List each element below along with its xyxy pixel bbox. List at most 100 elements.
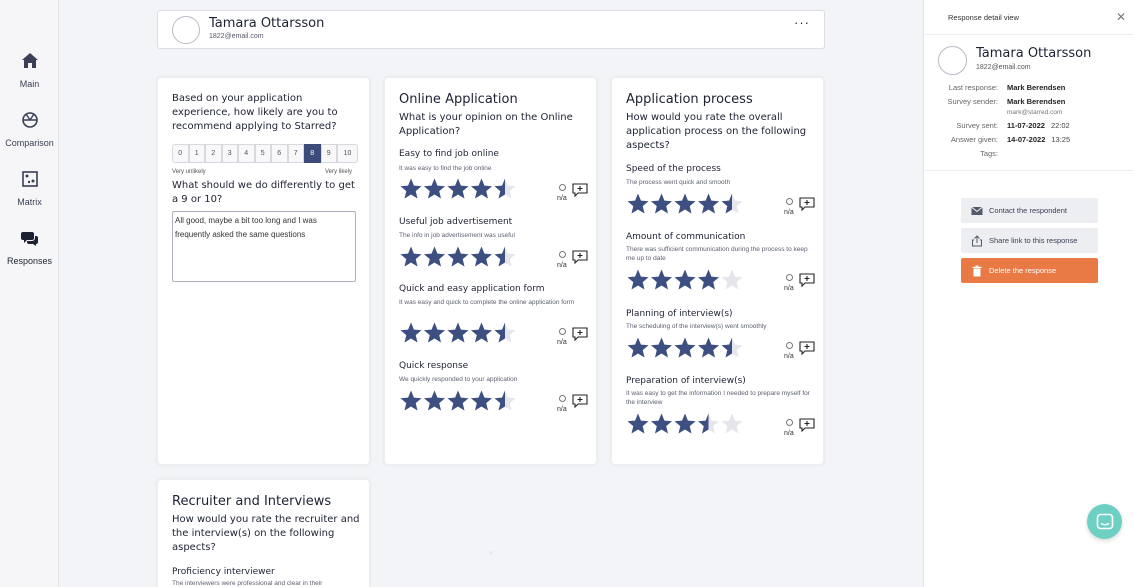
rating-stars [399, 389, 517, 413]
na-radio[interactable] [559, 184, 566, 191]
panel-title: Response detail view [948, 13, 1019, 22]
star-icon [721, 193, 743, 214]
comparison-icon [21, 112, 38, 128]
na-radio[interactable] [559, 395, 566, 402]
star-icon [651, 193, 672, 214]
na-radio[interactable] [786, 419, 793, 426]
star-icon [721, 413, 743, 434]
card-question: How would you rate the overall applicati… [626, 112, 807, 151]
na-option: n/a [557, 327, 593, 352]
scale-high-label: Very likely [325, 169, 353, 175]
add-comment-icon[interactable] [799, 418, 815, 432]
item-title: Amount of communication [626, 232, 746, 242]
na-radio[interactable] [559, 251, 566, 258]
scale-option[interactable]: 1 [188, 144, 205, 163]
star-icon [424, 178, 445, 199]
scale-option[interactable]: 7 [287, 144, 304, 163]
add-comment-icon[interactable] [799, 341, 815, 355]
star-icon [674, 337, 696, 358]
survey-sender-label: Survey sender: [947, 97, 998, 106]
na-radio[interactable] [786, 274, 793, 281]
nav-main-label: Main [19, 79, 40, 89]
add-comment-icon[interactable] [799, 273, 815, 287]
share-link-button[interactable]: Share link to this response [961, 228, 1098, 253]
star-icon [674, 269, 696, 290]
support-chat-button[interactable] [1087, 504, 1122, 539]
more-options-button[interactable]: ··· [794, 15, 810, 30]
scale-option[interactable]: 0 [172, 144, 189, 163]
scale-option[interactable]: 10 [337, 144, 358, 163]
star-icon [698, 269, 719, 290]
add-comment-icon[interactable] [799, 197, 815, 211]
card-title: Online Application [399, 92, 518, 107]
scroll-indicator-dot [489, 551, 493, 555]
answer-given-label: Answer given: [950, 135, 998, 144]
rating-stars [626, 336, 744, 360]
rating-stars [626, 192, 744, 216]
contact-respondent-label: Contact the respondent [989, 206, 1067, 215]
star-icon [698, 413, 719, 434]
nav-responses[interactable]: Responses [0, 229, 59, 269]
na-label: n/a [784, 430, 794, 437]
delete-response-button[interactable]: Delete the response [961, 258, 1098, 283]
star-icon [447, 246, 469, 267]
scale-option[interactable]: 8 [304, 144, 321, 163]
na-option: n/a [784, 418, 820, 443]
item-description: The scheduling of the interview(s) went … [626, 323, 767, 330]
panel-respondent-name: Tamara Ottarsson [976, 46, 1092, 61]
na-label: n/a [784, 353, 794, 360]
na-radio[interactable] [786, 198, 793, 205]
star-icon [471, 178, 492, 199]
na-label: n/a [557, 262, 567, 269]
scale-option[interactable]: 9 [320, 144, 337, 163]
star-icon [494, 178, 516, 199]
add-comment-icon[interactable] [572, 183, 588, 197]
close-icon[interactable]: ✕ [1116, 10, 1126, 24]
star-icon [424, 390, 445, 411]
avatar [938, 46, 967, 75]
scale-option[interactable]: 5 [254, 144, 271, 163]
add-comment-icon[interactable] [572, 394, 588, 408]
nav-main[interactable]: Main [0, 52, 59, 92]
na-radio[interactable] [786, 342, 793, 349]
nav-comparison[interactable]: Comparison [0, 111, 59, 151]
nav-matrix[interactable]: Matrix [0, 170, 59, 210]
star-rating [627, 413, 743, 434]
item-description: It was easy and quick to complete the on… [399, 299, 575, 306]
contact-respondent-button[interactable]: Contact the respondent [961, 198, 1098, 223]
answer-given-date: 14-07-2022 [1007, 135, 1046, 144]
star-icon [424, 322, 445, 343]
add-comment-icon[interactable] [572, 250, 588, 264]
star-icon [471, 322, 492, 343]
item-title: Proficiency interviewer [172, 567, 275, 577]
na-label: n/a [784, 285, 794, 292]
scale-option[interactable]: 4 [238, 144, 255, 163]
star-icon [627, 269, 649, 290]
panel-respondent-email: 1822@email.com [976, 64, 1031, 71]
item-title: Quick response [399, 361, 469, 371]
item-description: There was sufficient communication durin… [626, 246, 808, 262]
star-rating [400, 322, 516, 343]
share-link-label: Share link to this response [989, 236, 1078, 245]
na-radio[interactable] [559, 328, 566, 335]
item-title: Speed of the process [626, 164, 721, 174]
item-description: It was easy to find the job online [399, 165, 492, 172]
star-icon [494, 246, 516, 267]
na-label: n/a [784, 209, 794, 216]
star-icon [651, 337, 672, 358]
scale-option[interactable]: 2 [205, 144, 222, 163]
scale-option[interactable]: 6 [271, 144, 288, 163]
item-description: We quickly responded to your application [399, 376, 518, 383]
envelope-icon [971, 206, 983, 215]
trash-icon [972, 265, 982, 276]
na-option: n/a [784, 273, 820, 298]
chat-bubbles-icon [20, 232, 38, 246]
tags-label: Tags: [980, 149, 998, 158]
star-icon [627, 337, 649, 358]
add-comment-icon[interactable] [572, 327, 588, 341]
followup-answer[interactable]: All good, maybe a bit too long and I was… [172, 211, 356, 282]
na-option: n/a [557, 183, 593, 208]
answer-given-value: 14-07-2022 13:25 [1007, 135, 1070, 144]
item-title: Easy to find job online [399, 149, 499, 159]
scale-option[interactable]: 3 [221, 144, 238, 163]
